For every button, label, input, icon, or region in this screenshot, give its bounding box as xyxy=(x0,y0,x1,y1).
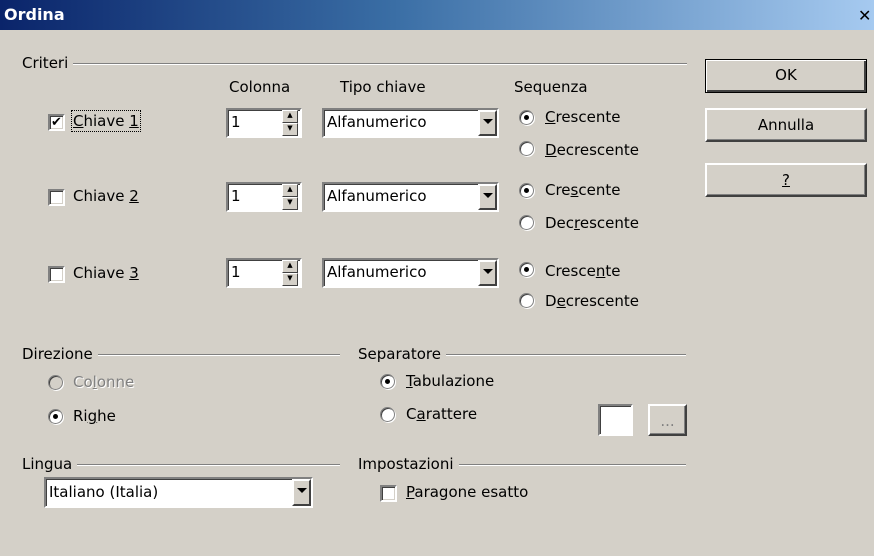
help-button[interactable]: ? xyxy=(705,163,867,197)
lingua-label: Lingua xyxy=(22,455,78,473)
criteri-divider xyxy=(22,63,687,65)
tipo-chiave-1-value: Alfanumerico xyxy=(327,113,427,131)
colonna-1-value: 1 xyxy=(231,113,241,131)
paragone-esatto-checkbox[interactable] xyxy=(380,485,397,502)
tipo-chiave-2-select[interactable]: Alfanumerico xyxy=(322,182,499,212)
colonna-1-spinner[interactable]: 1 ▲ ▼ xyxy=(226,108,302,138)
righe-radio[interactable] xyxy=(48,409,63,424)
tabulazione-radio[interactable] xyxy=(380,374,395,389)
paragone-esatto-label[interactable]: Paragone esatto xyxy=(406,483,528,501)
tipo-chiave-3-select[interactable]: Alfanumerico xyxy=(322,258,499,288)
separatore-label: Separatore xyxy=(358,345,446,363)
colonna-header: Colonna xyxy=(229,78,291,96)
carattere-label[interactable]: Carattere xyxy=(406,405,477,423)
carattere-browse-button[interactable]: ... xyxy=(648,404,687,436)
lingua-value: Italiano (Italia) xyxy=(49,483,159,501)
chiave-3-crescente-radio[interactable] xyxy=(519,262,534,277)
righe-label[interactable]: Righe xyxy=(73,407,116,425)
sequenza-header: Sequenza xyxy=(514,78,588,96)
annulla-button[interactable]: Annulla xyxy=(705,108,867,142)
tipo-chiave-2-value: Alfanumerico xyxy=(327,187,427,205)
dropdown-arrow-icon[interactable] xyxy=(478,184,497,210)
chiave-2-crescente-radio[interactable] xyxy=(519,183,534,198)
carattere-input[interactable] xyxy=(598,404,633,436)
chiave-1-crescente-radio[interactable] xyxy=(519,110,534,125)
direzione-label: Direzione xyxy=(22,345,98,363)
spin-up-icon[interactable]: ▲ xyxy=(282,184,298,197)
chiave-1-decrescente-radio[interactable] xyxy=(519,141,534,156)
chiave-2-decrescente-label[interactable]: Decrescente xyxy=(545,214,639,232)
colonne-label[interactable]: Colonne xyxy=(73,373,134,391)
chiave-2-label[interactable]: Chiave 2 xyxy=(73,187,139,205)
chiave-3-checkbox[interactable] xyxy=(48,266,65,283)
colonna-3-spinner[interactable]: 1 ▲ ▼ xyxy=(226,258,302,288)
chiave-2-decrescente-radio[interactable] xyxy=(519,215,534,230)
lingua-select[interactable]: Italiano (Italia) xyxy=(44,477,313,508)
chiave-1-checkbox[interactable]: ✔ xyxy=(48,114,65,131)
spin-down-icon[interactable]: ▼ xyxy=(282,123,298,136)
chiave-3-decrescente-radio[interactable] xyxy=(519,293,534,308)
chiave-1-label[interactable]: Chiave 1 xyxy=(71,110,141,132)
chiave-2-crescente-label[interactable]: Crescente xyxy=(545,181,620,199)
tipo-chiave-3-value: Alfanumerico xyxy=(327,263,427,281)
colonna-2-value: 1 xyxy=(231,187,241,205)
chiave-1-decrescente-label[interactable]: Decrescente xyxy=(545,141,639,159)
tipo-chiave-1-select[interactable]: Alfanumerico xyxy=(322,108,499,138)
spin-up-icon[interactable]: ▲ xyxy=(282,110,298,123)
colonna-2-spinner[interactable]: 1 ▲ ▼ xyxy=(226,182,302,212)
dropdown-arrow-icon[interactable] xyxy=(478,260,497,286)
chiave-3-label[interactable]: Chiave 3 xyxy=(73,264,139,282)
dropdown-arrow-icon[interactable] xyxy=(292,479,311,506)
window-title: Ordina xyxy=(4,5,65,24)
title-bar xyxy=(0,0,874,30)
spin-up-icon[interactable]: ▲ xyxy=(282,260,298,273)
colonne-radio[interactable] xyxy=(48,375,63,390)
spin-down-icon[interactable]: ▼ xyxy=(282,197,298,210)
chiave-3-decrescente-label[interactable]: Decrescente xyxy=(545,292,639,310)
colonna-3-value: 1 xyxy=(231,263,241,281)
impostazioni-label: Impostazioni xyxy=(358,455,459,473)
close-icon[interactable]: ✕ xyxy=(858,6,871,25)
chiave-2-checkbox[interactable] xyxy=(48,189,65,206)
dropdown-arrow-icon[interactable] xyxy=(478,110,497,136)
chiave-1-crescente-label[interactable]: Crescente xyxy=(545,108,620,126)
tipo-chiave-header: Tipo chiave xyxy=(340,78,426,96)
criteri-label: Criteri xyxy=(22,54,74,72)
chiave-3-crescente-label[interactable]: Crescente xyxy=(545,262,620,280)
tabulazione-label[interactable]: Tabulazione xyxy=(406,372,494,390)
carattere-radio[interactable] xyxy=(380,407,395,422)
spin-down-icon[interactable]: ▼ xyxy=(282,273,298,286)
ok-button[interactable]: OK xyxy=(705,59,867,93)
